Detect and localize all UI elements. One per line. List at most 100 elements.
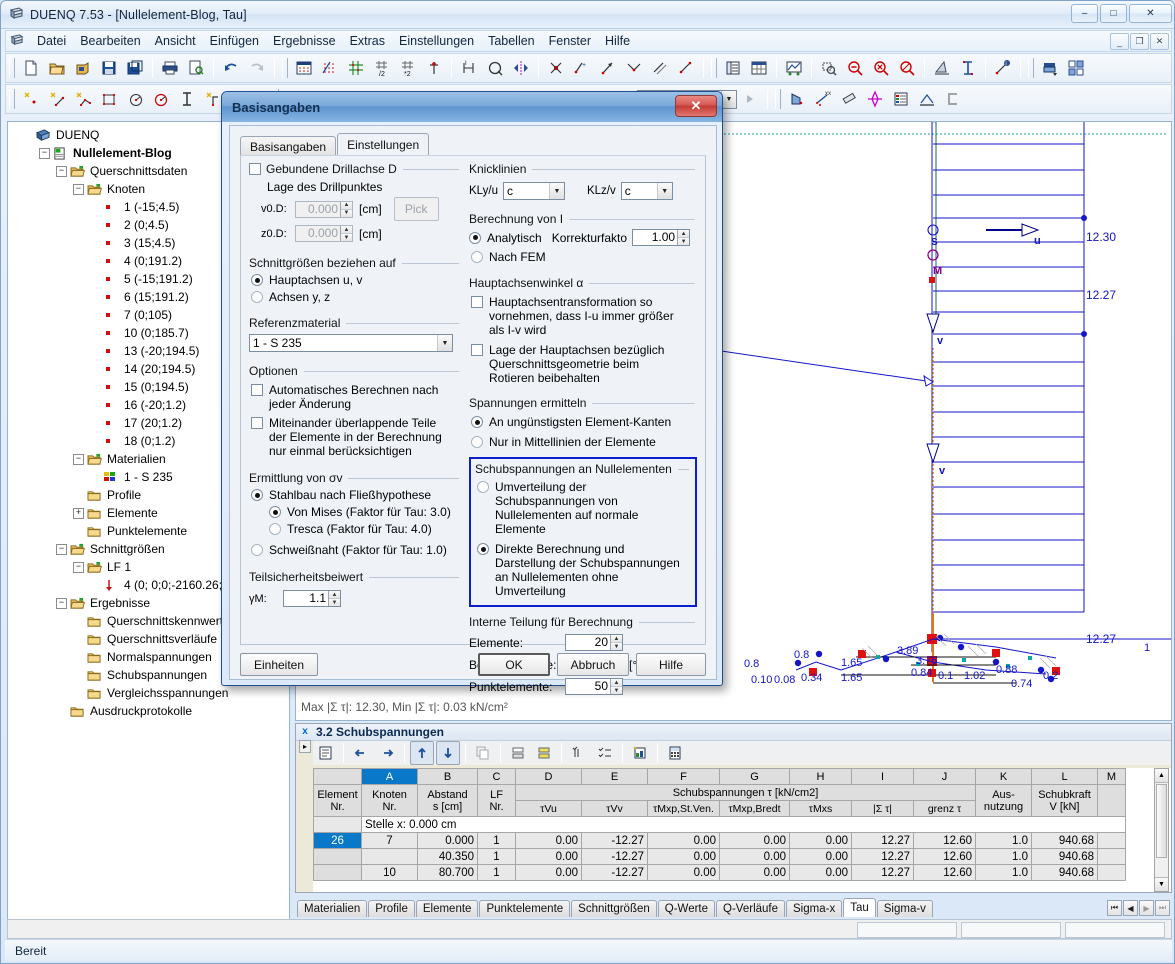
radio-stahlbau-fliesshypothese[interactable]: Stahlbau nach Fließhypothese bbox=[251, 488, 461, 502]
grid-cell[interactable]: 0.00 bbox=[720, 849, 790, 865]
grid-cell[interactable]: 7 bbox=[362, 833, 418, 849]
new-line-icon[interactable] bbox=[45, 87, 69, 111]
grid-column-header-k[interactable]: K bbox=[976, 769, 1032, 785]
minimize-button[interactable]: – bbox=[1071, 4, 1098, 23]
grid-cell[interactable]: 0.00 bbox=[648, 833, 720, 849]
grid-column-header-b[interactable]: B bbox=[418, 769, 478, 785]
mdi-close-button[interactable]: ✕ bbox=[1150, 33, 1169, 50]
spinner-buttons[interactable]: ▲▼ bbox=[340, 202, 352, 217]
gamma-m-spinner[interactable]: 1.1 ▲▼ bbox=[283, 590, 341, 607]
zoom-window-icon[interactable] bbox=[817, 56, 841, 80]
grid-cell[interactable]: 1.0 bbox=[976, 833, 1032, 849]
radio-indicator[interactable] bbox=[251, 291, 263, 303]
save-all-icon[interactable] bbox=[123, 56, 147, 80]
collapse-icon[interactable]: − bbox=[73, 454, 84, 465]
channel-profile-icon[interactable] bbox=[941, 87, 965, 111]
checkbox-indicator[interactable] bbox=[251, 384, 263, 396]
einheiten-button[interactable]: Einheiten bbox=[240, 653, 318, 676]
grid-cell[interactable]: 1.0 bbox=[976, 865, 1032, 881]
dialog-close-button[interactable]: ✕ bbox=[675, 95, 717, 117]
extend-icon[interactable] bbox=[596, 56, 620, 80]
radio-indicator[interactable] bbox=[251, 489, 263, 501]
table-close-icon[interactable]: x bbox=[299, 725, 311, 738]
list-view-icon[interactable] bbox=[721, 56, 745, 80]
checklist-icon[interactable] bbox=[593, 741, 617, 765]
collapse-icon[interactable]: − bbox=[39, 148, 50, 159]
insert-row-icon[interactable] bbox=[506, 741, 530, 765]
grid-corner-cell[interactable] bbox=[314, 769, 362, 785]
radio-indicator[interactable] bbox=[477, 481, 489, 493]
tab-navigation[interactable]: ⏮ ◀ ▶ ⏭ bbox=[1107, 900, 1170, 916]
grid-half-icon[interactable]: /2 bbox=[370, 56, 394, 80]
menu-item-datei[interactable]: Datei bbox=[30, 32, 73, 50]
print-icon[interactable] bbox=[158, 56, 182, 80]
print-report-icon[interactable] bbox=[1038, 56, 1062, 80]
scroll-thumb[interactable] bbox=[1156, 784, 1167, 858]
new-file-icon[interactable] bbox=[19, 56, 43, 80]
grid-cell[interactable]: 0.00 bbox=[720, 865, 790, 881]
grid-column-header-d[interactable]: D bbox=[516, 769, 582, 785]
grid-column-header-i[interactable]: I bbox=[852, 769, 914, 785]
stress-diagram-icon[interactable] bbox=[785, 87, 809, 111]
tab-first-button[interactable]: ⏮ bbox=[1107, 900, 1122, 916]
chevron-down-icon[interactable]: ▼ bbox=[549, 183, 564, 199]
checkbox-hauptachsentransformation[interactable]: Hauptachsentransformation so vornehmen, … bbox=[471, 295, 697, 337]
grid-row-header[interactable]: 26 bbox=[314, 833, 362, 849]
grid-cell[interactable]: 940.68 bbox=[1032, 849, 1098, 865]
spinner-buttons[interactable]: ▲▼ bbox=[610, 635, 622, 650]
collapse-icon[interactable]: − bbox=[56, 166, 67, 177]
ok-button[interactable]: OK bbox=[478, 653, 550, 676]
tree-item[interactable]: Ausdruckprotokolle bbox=[14, 702, 289, 720]
menu-item-bearbeiten[interactable]: Bearbeiten bbox=[73, 32, 147, 50]
tab-last-button[interactable]: ⏭ bbox=[1155, 900, 1170, 916]
grid-cell[interactable] bbox=[1098, 849, 1126, 865]
results-grid[interactable]: ABCDEFGHIJKLMElementNr.KnotenNr.Abstands… bbox=[313, 768, 1171, 892]
maximize-button[interactable]: □ bbox=[1100, 4, 1127, 23]
worksheet-tab-profile[interactable]: Profile bbox=[368, 900, 415, 917]
grid-cell[interactable]: 1 bbox=[478, 865, 516, 881]
grid-cell[interactable]: 12.60 bbox=[914, 833, 976, 849]
radio-mittellinien[interactable]: Nur in Mittellinien der Elemente bbox=[471, 435, 697, 449]
grid-cell[interactable]: 12.60 bbox=[914, 865, 976, 881]
grid-cell[interactable]: 12.27 bbox=[852, 833, 914, 849]
grid-cell[interactable]: 0.000 bbox=[418, 833, 478, 849]
grid-column-header-c[interactable]: C bbox=[478, 769, 516, 785]
checkbox-ueberlappende-teile[interactable]: Miteinander überlappende Teile der Eleme… bbox=[251, 416, 461, 458]
grid-cell[interactable]: 0.00 bbox=[516, 833, 582, 849]
grid-cell[interactable]: 12.27 bbox=[852, 849, 914, 865]
hilfe-button[interactable]: Hilfe bbox=[636, 653, 706, 676]
zoom-all-icon[interactable] bbox=[895, 56, 919, 80]
print-preview-icon[interactable] bbox=[184, 56, 208, 80]
redo-icon[interactable] bbox=[245, 56, 269, 80]
grid-cell[interactable]: 1.0 bbox=[976, 849, 1032, 865]
toolbar-grip[interactable] bbox=[1028, 58, 1034, 78]
radio-unguenstigste-kanten[interactable]: An ungünstigsten Element-Kanten bbox=[471, 415, 697, 429]
new-node-icon[interactable] bbox=[19, 87, 43, 111]
radio-hauptachsen-uv[interactable]: Hauptachsen u, v bbox=[251, 273, 461, 287]
grid-view-icon[interactable] bbox=[292, 56, 316, 80]
radio-indicator[interactable] bbox=[471, 436, 483, 448]
table-row[interactable]: 1080.70010.00-12.270.000.000.0012.2712.6… bbox=[314, 865, 1126, 881]
chamfer-icon[interactable] bbox=[674, 56, 698, 80]
collapse-icon[interactable]: − bbox=[56, 598, 67, 609]
grid-row-header[interactable] bbox=[314, 849, 362, 865]
rotate-icon[interactable] bbox=[483, 56, 507, 80]
grid-cell[interactable]: 0.00 bbox=[790, 865, 852, 881]
menu-item-fenster[interactable]: Fenster bbox=[542, 32, 598, 50]
grid-cell[interactable]: 0.00 bbox=[790, 849, 852, 865]
worksheet-tab-elemente[interactable]: Elemente bbox=[416, 900, 479, 917]
menu-item-einfuegen[interactable]: Einfügen bbox=[203, 32, 266, 50]
radio-indicator[interactable] bbox=[251, 544, 263, 556]
support-icon[interactable] bbox=[915, 87, 939, 111]
worksheet-tabs[interactable]: MaterialienProfileElementePunktelementeS… bbox=[297, 895, 1172, 917]
collapse-icon[interactable]: − bbox=[73, 562, 84, 573]
intersect-icon[interactable] bbox=[544, 56, 568, 80]
render-icon[interactable] bbox=[930, 56, 954, 80]
worksheet-tab-tau[interactable]: Tau bbox=[843, 898, 876, 917]
trim-icon[interactable] bbox=[622, 56, 646, 80]
radio-achsen-yz[interactable]: Achsen y, z bbox=[251, 290, 461, 304]
checkbox-indicator[interactable] bbox=[471, 344, 483, 356]
radio-indicator[interactable] bbox=[269, 523, 281, 535]
section-icon[interactable] bbox=[956, 56, 980, 80]
menu-item-extras[interactable]: Extras bbox=[343, 32, 392, 50]
